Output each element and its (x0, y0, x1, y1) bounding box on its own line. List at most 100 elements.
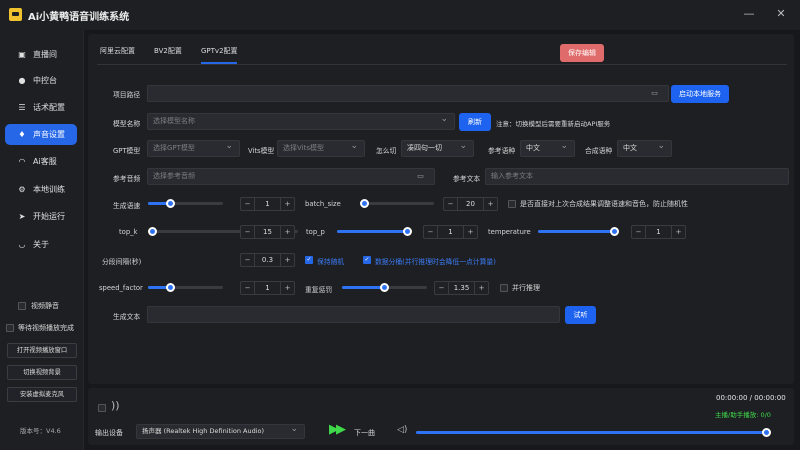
segment-interval-value[interactable]: 0.3 (254, 254, 281, 266)
increment-button[interactable]: + (281, 254, 294, 266)
speed-factor-label: speed_factor (99, 284, 143, 292)
speed-factor-stepper[interactable]: − 1 + (240, 281, 295, 295)
batch-size-value[interactable]: 20 (457, 198, 484, 210)
slider-handle[interactable] (166, 283, 175, 292)
segment-interval-stepper[interactable]: − 0.3 + (240, 253, 295, 267)
sidebar-item-1[interactable]: ● 中控台 (5, 70, 77, 91)
speed-factor-value[interactable]: 1 (254, 282, 281, 294)
random-seed-label: 保持随机 (317, 258, 345, 266)
synth-lang-select[interactable]: 中文 (617, 139, 672, 157)
ref-audio-input[interactable]: 选择参考音频 (147, 168, 410, 185)
batch-size-slider[interactable] (360, 199, 434, 208)
decrement-button[interactable]: − (632, 226, 645, 238)
decrement-button[interactable]: − (241, 254, 254, 266)
tab-gptv2[interactable]: GPTv2配置 (201, 46, 238, 56)
tab-aliyun[interactable]: 阿里云配置 (100, 46, 135, 56)
install-virtual-mic-button[interactable]: 安装虚拟麦克风 (7, 387, 77, 402)
use-last-checkbox[interactable] (508, 200, 516, 208)
top-k-value[interactable]: 15 (254, 226, 281, 238)
player-checkbox[interactable] (98, 404, 106, 412)
project-path-input[interactable] (147, 85, 644, 102)
decrement-button[interactable]: − (424, 226, 437, 238)
temperature-stepper[interactable]: − 1 + (631, 225, 686, 239)
refresh-button[interactable]: 刷新 (459, 113, 491, 131)
increment-button[interactable]: + (484, 198, 497, 210)
vits-model-select[interactable]: 选择Vits模型 (277, 139, 365, 157)
increment-button[interactable]: + (464, 226, 477, 238)
repetition-penalty-stepper[interactable]: − 1.35 + (434, 281, 489, 295)
top-p-value[interactable]: 1 (437, 226, 464, 238)
ref-text-input[interactable]: 输入参考文本 (485, 168, 789, 185)
increment-button[interactable]: + (281, 282, 294, 294)
start-local-service-button[interactable]: 启动本地服务 (671, 85, 729, 103)
slider-handle[interactable] (380, 283, 389, 292)
volume-slider[interactable] (416, 428, 771, 437)
increment-button[interactable]: + (281, 226, 294, 238)
speed-factor-slider[interactable] (148, 283, 223, 292)
temperature-value[interactable]: 1 (645, 226, 672, 238)
repetition-penalty-slider[interactable] (342, 283, 427, 292)
speed-value[interactable]: 1 (254, 198, 281, 210)
increment-button[interactable]: + (281, 198, 294, 210)
top-k-stepper[interactable]: − 15 + (240, 225, 295, 239)
increment-button[interactable]: + (475, 282, 488, 294)
slider-handle[interactable] (609, 227, 619, 236)
gpt-model-select[interactable]: 选择GPT模型 (147, 139, 240, 157)
next-track-label[interactable]: 下一曲 (354, 428, 375, 438)
how-cut-select[interactable]: 凑四句一切 (401, 139, 474, 157)
tab-bv2[interactable]: BV2配置 (154, 46, 182, 56)
speed-stepper[interactable]: − 1 + (240, 197, 295, 211)
sidebar-item-0[interactable]: ▣ 直播间 (5, 44, 77, 65)
wait-video-checkbox[interactable] (6, 324, 14, 332)
decrement-button[interactable]: − (241, 282, 254, 294)
top-p-slider[interactable] (337, 227, 412, 236)
sidebar-item-7[interactable]: ◡ 关于 (5, 234, 77, 255)
slider-track[interactable] (361, 202, 434, 205)
slider-handle[interactable] (360, 199, 370, 208)
try-listen-button[interactable]: 试听 (565, 306, 596, 324)
version-label: 版本号：V4.6 (20, 427, 61, 435)
sidebar-item-label: Ai客服 (33, 157, 57, 166)
repetition-penalty-value[interactable]: 1.35 (448, 282, 475, 294)
ref-audio-folder-button[interactable]: ▭ (407, 168, 435, 185)
ref-lang-select[interactable]: 中文 (520, 139, 575, 157)
project-path-label: 项目路径 (113, 91, 141, 99)
minimize-button[interactable]: — (740, 6, 758, 22)
sidebar-item-3[interactable]: ♦ 声音设置 (5, 124, 77, 145)
gen-text-input[interactable] (147, 306, 560, 323)
split-bucket-checkbox[interactable]: ✓ (363, 256, 371, 264)
parallel-infer-checkbox[interactable] (500, 284, 508, 292)
sidebar-item-4[interactable]: ◠ Ai客服 (5, 151, 77, 172)
slider-handle[interactable] (166, 199, 175, 208)
open-video-window-button[interactable]: 打开视频播放窗口 (7, 343, 77, 358)
sidebar-item-5[interactable]: ⚙ 本地训练 (5, 179, 77, 200)
switch-video-bg-button[interactable]: 切换视频背景 (7, 365, 77, 380)
sidebar-item-label: 话术配置 (33, 103, 65, 112)
increment-button[interactable]: + (672, 226, 685, 238)
sidebar-item-6[interactable]: ➤ 开始运行 (5, 206, 77, 227)
random-seed-checkbox[interactable]: ✓ (305, 256, 313, 264)
use-last-label: 是否直接对上次合成结果调整语速和音色，防止随机性 (520, 200, 688, 208)
decrement-button[interactable]: − (241, 198, 254, 210)
ref-text-label: 参考文本 (453, 175, 481, 183)
sidebar-item-2[interactable]: ☰ 话术配置 (5, 97, 77, 118)
speed-slider[interactable] (148, 199, 223, 208)
decrement-button[interactable]: − (444, 198, 457, 210)
save-button[interactable]: 保存编辑 (560, 44, 604, 62)
close-button[interactable]: ✕ (772, 6, 790, 22)
video-mute-checkbox[interactable] (18, 302, 26, 310)
slider-handle[interactable] (148, 227, 158, 236)
playback-time: 00:00:00 / 00:00:00 (716, 394, 786, 402)
decrement-button[interactable]: − (241, 226, 254, 238)
batch-size-stepper[interactable]: − 20 + (443, 197, 498, 211)
temperature-slider[interactable] (538, 227, 619, 236)
project-path-folder-button[interactable]: ▭ (641, 85, 669, 102)
play-next-icon[interactable]: ▶▶ (329, 422, 346, 437)
decrement-button[interactable]: − (435, 282, 448, 294)
output-device-select[interactable]: 扬声器 (Realtek High Definition Audio) (136, 423, 305, 439)
slider-handle[interactable] (761, 428, 771, 437)
top-p-stepper[interactable]: − 1 + (423, 225, 478, 239)
model-name-select[interactable]: 选择模型名称 (147, 112, 455, 130)
parallel-infer-label: 并行推理 (512, 284, 540, 292)
slider-handle[interactable] (402, 227, 412, 236)
